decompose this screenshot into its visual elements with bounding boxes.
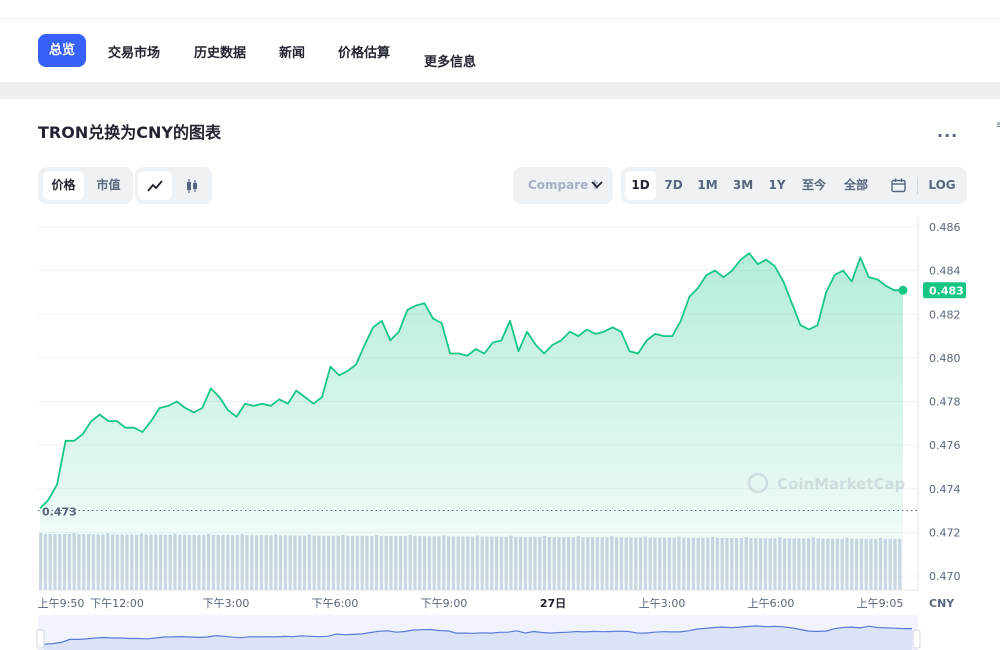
- x-tick-label: 下午12:00: [90, 597, 144, 610]
- x-tick-label: 下午9:00: [421, 597, 468, 610]
- y-tick-label: 0.486: [929, 221, 961, 234]
- price-area: [40, 253, 903, 590]
- x-tick-label: 上午9:50: [38, 597, 85, 610]
- navigator-handle-right: [912, 629, 921, 649]
- x-tick-label: 下午3:00: [203, 597, 250, 610]
- price-chart[interactable]: 0.473 0.486 0.484 0.482 0.480 0.478 0.476 0.47…: [0, 0, 1000, 650]
- y-tick-label: 0.476: [929, 439, 961, 452]
- watermark-text: CoinMarketCap: [777, 475, 906, 493]
- y-tick-label: 0.480: [929, 352, 961, 365]
- y-tick-label: 0.482: [929, 308, 961, 321]
- y-tick-label: 0.470: [929, 570, 961, 583]
- currency-label: CNY: [929, 597, 955, 610]
- y-tick-label: 0.478: [929, 396, 961, 409]
- y-axis: 0.486 0.484 0.482 0.480 0.478 0.476 0.474 0.472…: [923, 221, 966, 583]
- y-tick-label: 0.484: [929, 265, 961, 278]
- range-navigator[interactable]: [36, 615, 921, 650]
- y-tick-label: 0.474: [929, 483, 961, 496]
- current-price-label: 0.483: [929, 284, 964, 297]
- x-tick-label: 下午6:00: [312, 597, 359, 610]
- x-tick-label: 上午6:00: [748, 597, 795, 610]
- x-tick-label: 27日: [540, 597, 566, 610]
- y-tick-label: 0.472: [929, 526, 961, 539]
- x-axis: 上午9:50 下午12:00 下午3:00 下午6:00 下午9:00 27日 上午3:00…: [38, 597, 956, 610]
- open-price-label: 0.473: [42, 505, 77, 518]
- x-tick-label: 上午9:05: [857, 597, 904, 610]
- x-tick-label: 上午3:00: [639, 597, 686, 610]
- current-price-dot: [898, 285, 908, 295]
- navigator-handle-left: [36, 629, 45, 649]
